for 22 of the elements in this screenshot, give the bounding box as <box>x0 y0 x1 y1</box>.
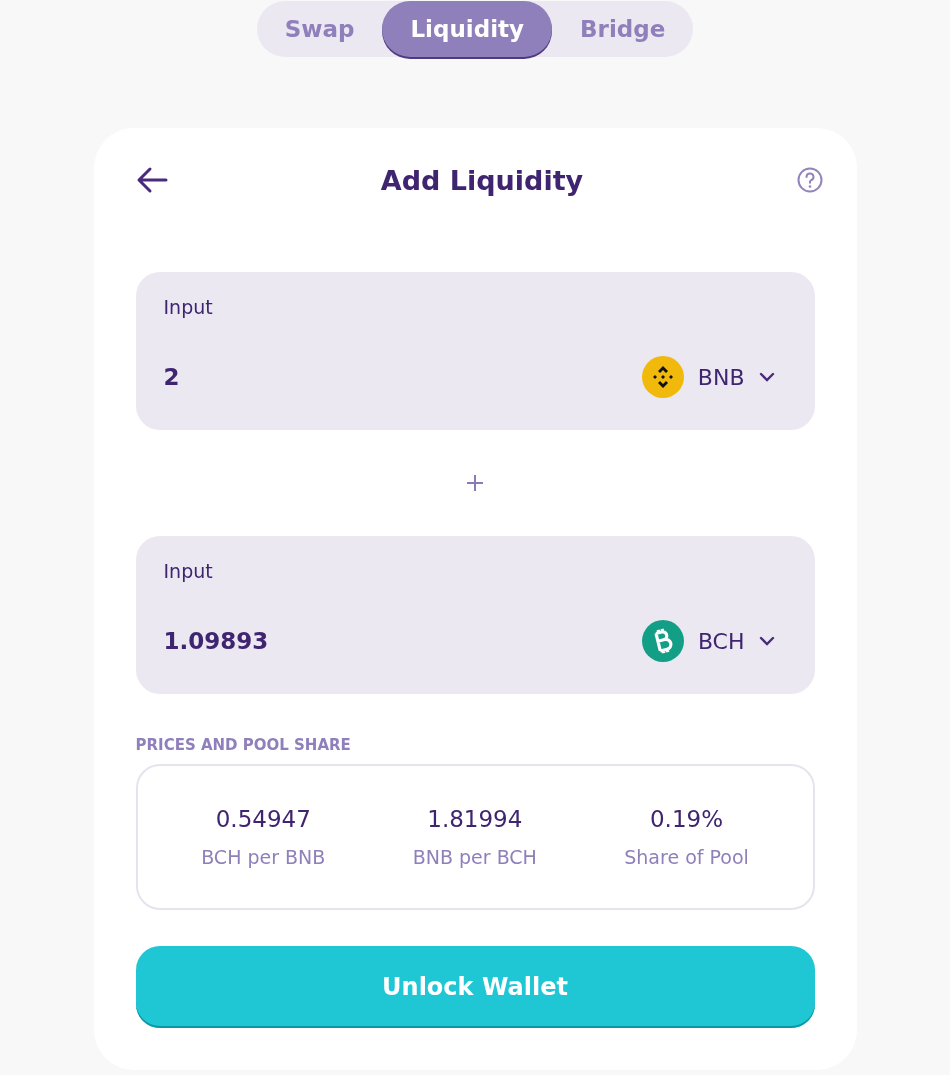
chevron-down-icon <box>758 636 775 646</box>
back-arrow-icon[interactable] <box>135 166 168 194</box>
section-heading: PRICES AND POOL SHARE <box>135 736 352 754</box>
nav-tab[interactable]: Liquidity <box>382 1 553 57</box>
price-value: 1.81994 <box>427 806 523 832</box>
price-label: BNB per BCH <box>412 846 537 868</box>
price-label: BCH per BNB <box>201 846 326 868</box>
plus-icon <box>465 473 485 493</box>
price-value: 0.54947 <box>215 806 311 832</box>
input-label: Input <box>163 296 214 318</box>
coin-icon <box>641 620 684 662</box>
card-title: Add Liquidity <box>380 164 584 196</box>
price-label: Share of Pool <box>624 846 749 868</box>
amount-field[interactable]: 1.09893 <box>163 628 464 654</box>
help-icon[interactable] <box>796 167 823 193</box>
input-label: Input <box>163 560 214 582</box>
price-value: 0.19% <box>650 806 724 832</box>
chevron-down-icon <box>758 372 775 382</box>
amount-field[interactable]: 2 <box>163 364 464 390</box>
token-selector[interactable]: BNB <box>641 356 787 398</box>
token-selector[interactable]: BCH <box>641 620 787 662</box>
coin-icon <box>641 356 684 398</box>
